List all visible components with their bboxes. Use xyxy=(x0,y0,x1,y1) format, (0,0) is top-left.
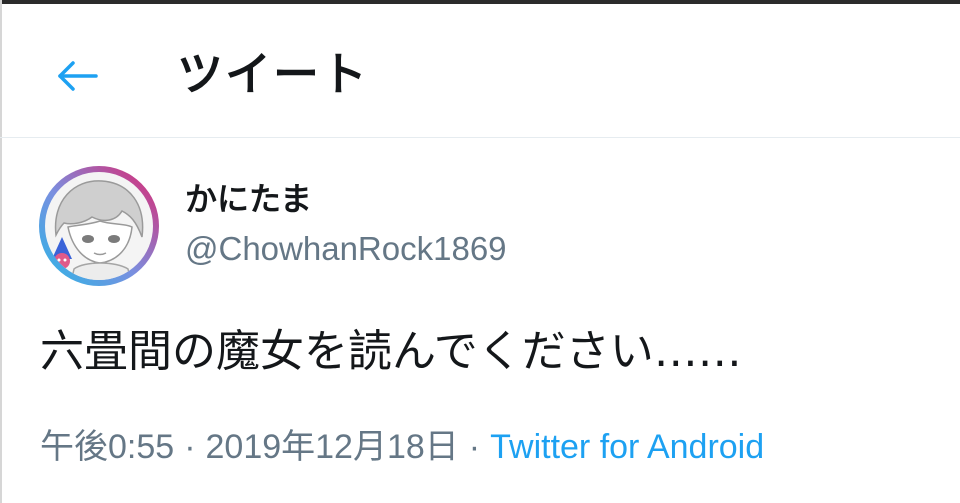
avatar-illustration xyxy=(39,166,159,286)
tweet-time[interactable]: 午後0:55 xyxy=(40,428,174,466)
page-header: ツイート xyxy=(0,4,960,138)
author-display-name[interactable]: かにたま xyxy=(185,177,312,221)
page-title: ツイート xyxy=(177,47,369,101)
author-handle[interactable]: @ChowhanRock1869 xyxy=(185,227,507,271)
meta-separator: · xyxy=(468,428,481,466)
tweet-date[interactable]: 2019年12月18日 xyxy=(206,428,459,466)
meta-separator: · xyxy=(184,428,196,466)
tweet-card: かにたま @ChowhanRock1869 六畳間の魔女を読んでください…… 午… xyxy=(0,139,960,503)
back-button[interactable] xyxy=(50,48,106,104)
arrow-left-icon xyxy=(58,61,98,91)
tweet-source-link[interactable]: Twitter for Android xyxy=(490,428,764,466)
tweet-meta: 午後0:55 · 2019年12月18日 · Twitter for Android xyxy=(40,423,764,471)
tweet-text: 六畳間の魔女を読んでください…… xyxy=(40,326,742,377)
avatar[interactable] xyxy=(38,165,160,287)
